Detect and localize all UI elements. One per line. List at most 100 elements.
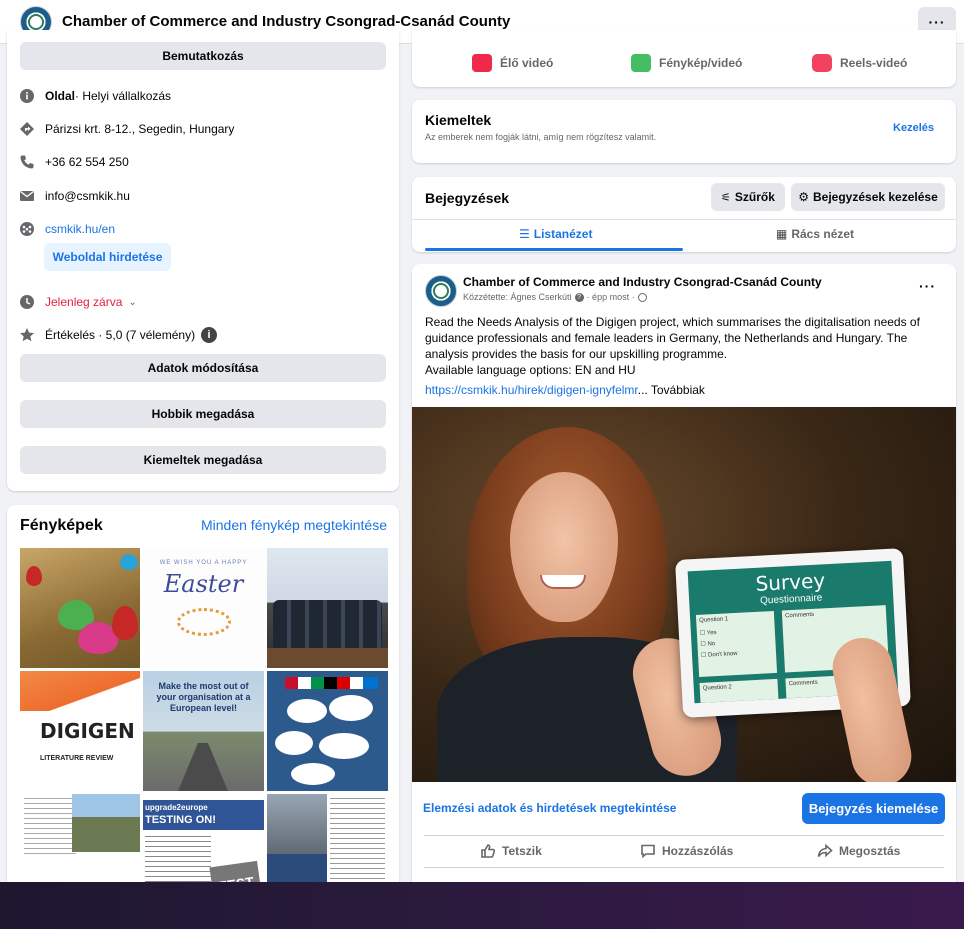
- post-text-line: analysis provides the basis for our upsk…: [425, 347, 728, 361]
- rating-row: Értékelés · 5,0 (7 vélemény) i: [19, 327, 218, 343]
- mail-icon: [19, 188, 35, 204]
- photo-video-label: Fénykép/videó: [659, 56, 743, 70]
- promote-website-button[interactable]: Weboldal hirdetése: [44, 243, 171, 271]
- testing-text: TESTING ON!: [145, 814, 216, 826]
- photo-digigen-literature[interactable]: DIGIGEN LITERATURE REVIEW: [20, 671, 140, 791]
- page-type-label: Oldal: [45, 89, 76, 103]
- photo-easter-eggs[interactable]: [20, 548, 140, 668]
- like-button[interactable]: Tetszik: [480, 843, 542, 859]
- photo-group-meeting[interactable]: [267, 548, 388, 668]
- filters-label: Szűrők: [734, 190, 775, 204]
- hours-row[interactable]: Jelenleg zárva ⌄: [19, 294, 137, 310]
- taskbar-overlay: [0, 882, 964, 929]
- manage-posts-label: Bejegyzések kezelése: [813, 190, 938, 204]
- actions-divider-bottom: [424, 867, 944, 868]
- rating-info-icon[interactable]: i: [201, 327, 218, 343]
- comment-button[interactable]: Hozzászólás: [640, 843, 733, 859]
- live-video-icon: [472, 54, 492, 72]
- question-1-label: Question 1: [699, 616, 729, 624]
- post-author-avatar[interactable]: [425, 275, 457, 307]
- phone-text: +36 62 554 250: [45, 155, 129, 169]
- post-image[interactable]: Survey Questionnaire Question 1 ☐ Yes ☐ …: [412, 407, 956, 782]
- tab-grid-view[interactable]: ▦ Rács nézet: [776, 227, 854, 241]
- list-view-label: Listanézet: [533, 227, 593, 241]
- filter-sliders-icon: ⚟: [721, 191, 731, 204]
- post-timestamp[interactable]: · épp most ·: [587, 292, 635, 302]
- highlights-subtitle: Az emberek nem fogják látni, amíg nem rö…: [425, 132, 657, 142]
- add-featured-button[interactable]: Kiemeltek megadása: [20, 446, 386, 474]
- post-link-row: https://csmkik.hu/hirek/digigen-ignyfelm…: [425, 383, 705, 397]
- photos-card: Fényképek Minden fénykép megtekintése WE…: [7, 505, 399, 914]
- share-label: Megosztás: [839, 844, 901, 858]
- filters-button[interactable]: ⚟ Szűrők: [711, 183, 785, 211]
- post-text-line: Available language options: EN and HU: [425, 363, 636, 377]
- page-title[interactable]: Chamber of Commerce and Industry Csongra…: [62, 13, 510, 30]
- clock-icon: [19, 294, 35, 310]
- intro-button[interactable]: Bemutatkozás: [20, 42, 386, 70]
- post-url-link[interactable]: https://csmkik.hu/hirek/digigen-ignyfelm…: [425, 383, 638, 397]
- literature-text: LITERATURE REVIEW: [40, 755, 114, 762]
- photo-grid: WE WISH YOU A HAPPY Easter DIGIGEN LITER…: [20, 548, 388, 914]
- grid-view-label: Rács nézet: [791, 227, 855, 241]
- thumbs-up-icon: [481, 844, 496, 858]
- post-meta: Közzétette: Ágnes Cserkúti ? · épp most …: [463, 292, 647, 302]
- see-all-photos-link[interactable]: Minden fénykép megtekintése: [201, 517, 387, 533]
- page-category: · Helyi vállalkozás: [75, 89, 172, 103]
- email-text: info@csmkik.hu: [45, 189, 130, 203]
- easter-small-text: WE WISH YOU A HAPPY: [159, 560, 248, 566]
- actions-divider-top: [424, 835, 944, 836]
- globe-icon: [19, 221, 35, 237]
- easter-big-text: Easter: [163, 570, 244, 598]
- create-post-card: Élő videó Fénykép/videó Reels-videó: [412, 30, 956, 87]
- post-options-button[interactable]: ···: [919, 278, 936, 294]
- edit-details-button[interactable]: Adatok módosítása: [20, 354, 386, 382]
- address-text: Párizsi krt. 8-12., Segedin, Hungary: [45, 122, 235, 136]
- post-published-by: Közzétette: Ágnes Cserkúti: [463, 292, 572, 302]
- public-globe-icon: [637, 292, 647, 302]
- question-2-label: Question 2: [702, 684, 732, 692]
- manage-posts-button[interactable]: ⚙ Bejegyzések kezelése: [791, 183, 945, 211]
- boost-post-button[interactable]: Bejegyzés kiemelése: [802, 793, 945, 824]
- photo-easter-card[interactable]: WE WISH YOU A HAPPY Easter: [143, 548, 264, 668]
- reels-video-label: Reels-videó: [840, 56, 908, 70]
- photo-video-button[interactable]: Fénykép/videó: [631, 54, 742, 72]
- insights-link[interactable]: Elemzési adatok és hirdetések megtekinté…: [423, 801, 676, 815]
- photo-european-level[interactable]: Make the most out of your organisation a…: [143, 671, 264, 791]
- chevron-down-icon: ⌄: [128, 296, 137, 308]
- help-icon[interactable]: ?: [574, 292, 584, 302]
- website-row: csmkik.hu/en: [19, 221, 115, 237]
- post-author-name[interactable]: Chamber of Commerce and Industry Csongra…: [463, 275, 822, 289]
- list-icon: ☰: [519, 227, 530, 241]
- info-icon: [19, 88, 35, 104]
- highlights-manage-link[interactable]: Kezelés: [893, 122, 934, 134]
- reels-icon: [812, 54, 832, 72]
- highlights-title: Kiemeltek: [425, 112, 492, 128]
- gear-icon: ⚙: [798, 190, 809, 204]
- comment-label: Hozzászólás: [662, 844, 734, 858]
- photo-flags-bubbles[interactable]: [267, 671, 388, 791]
- add-hobbies-button[interactable]: Hobbik megadása: [20, 400, 386, 428]
- live-video-label: Élő videó: [500, 56, 554, 70]
- post-text-line: Read the Needs Analysis of the Digigen p…: [425, 315, 920, 329]
- post-text-line: guidance professionals and female leader…: [425, 331, 908, 345]
- website-link[interactable]: csmkik.hu/en: [45, 222, 115, 236]
- email-row: info@csmkik.hu: [19, 188, 130, 204]
- upgrade-text: upgrade2europe: [145, 803, 208, 812]
- reels-video-button[interactable]: Reels-videó: [812, 54, 907, 72]
- share-button[interactable]: Megosztás: [817, 843, 900, 859]
- intro-card: Bemutatkozás Oldal · Helyi vállalkozás P…: [7, 30, 399, 491]
- live-video-button[interactable]: Élő videó: [472, 54, 553, 72]
- posts-title: Bejegyzések: [425, 190, 510, 206]
- grid-icon: ▦: [776, 227, 788, 241]
- hours-status: Jelenleg zárva: [45, 295, 123, 309]
- comment-icon: [641, 844, 655, 859]
- photo-icon: [631, 54, 651, 72]
- see-more-link[interactable]: ... Továbbiak: [638, 383, 705, 397]
- make-most-text: Make the most out of your organisation a…: [156, 681, 251, 713]
- tab-list-view[interactable]: ☰ Listanézet: [519, 227, 592, 241]
- posts-header-card: Bejegyzések ⚟ Szűrők ⚙ Bejegyzések kezel…: [412, 177, 956, 252]
- post-text: Read the Needs Analysis of the Digigen p…: [425, 314, 945, 378]
- directions-icon: [19, 121, 35, 137]
- comments-label: Comments: [784, 611, 815, 620]
- dont-know-option: Don't know: [707, 650, 738, 659]
